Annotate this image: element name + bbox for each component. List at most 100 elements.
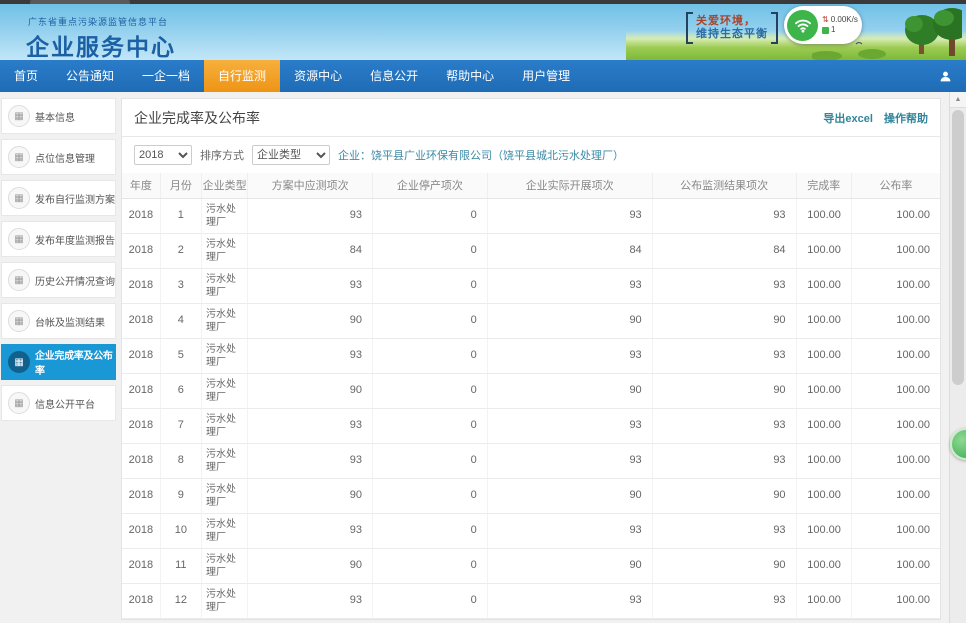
vertical-scrollbar[interactable]: ▲ <box>949 92 966 623</box>
sidebar-item-label: 信息公开平台 <box>35 396 95 411</box>
cell-publication-rate: 100.00 <box>851 303 940 338</box>
table-row: 20186污水处理厂9009090100.00100.00 <box>122 373 940 408</box>
cell-completion-rate: 100.00 <box>796 408 851 443</box>
cell-published-items: 93 <box>652 513 796 548</box>
nav-item-user-management[interactable]: 用户管理 <box>508 60 584 92</box>
table-row: 20188污水处理厂9309393100.00100.00 <box>122 443 940 478</box>
cell-enterprise-type: 污水处理厂 <box>201 303 247 338</box>
slogan-right-bracket <box>771 12 778 44</box>
cell-planned-items: 90 <box>248 373 373 408</box>
cell-month: 6 <box>160 373 201 408</box>
cell-actual-items: 90 <box>487 303 652 338</box>
sidebar-item-basic-info[interactable]: ▦ 基本信息 <box>1 98 116 134</box>
header-banner: 广东省重点污染源监管信息平台 企业服务中心 关爱环境， 维持生态平衡 <box>0 4 966 60</box>
cell-planned-items: 93 <box>248 338 373 373</box>
sidebar-item-label: 发布自行监测方案 <box>35 191 115 206</box>
panel-icon: ▦ <box>8 269 30 291</box>
year-select[interactable]: 2018 <box>134 145 192 165</box>
cell-publication-rate: 100.00 <box>851 513 940 548</box>
cell-completion-rate: 100.00 <box>796 268 851 303</box>
sidebar-item-label: 发布年度监测报告 <box>35 232 115 247</box>
cell-year: 2018 <box>122 198 160 233</box>
cell-shutdown-items: 0 <box>373 513 488 548</box>
cell-actual-items: 93 <box>487 583 652 618</box>
cell-published-items: 93 <box>652 443 796 478</box>
cell-actual-items: 93 <box>487 408 652 443</box>
cell-month: 12 <box>160 583 201 618</box>
cell-planned-items: 93 <box>248 513 373 548</box>
cell-year: 2018 <box>122 443 160 478</box>
sidebar-item-label: 点位信息管理 <box>35 150 95 165</box>
nav-item-self-monitoring[interactable]: 自行监测 <box>204 60 280 92</box>
sidebar-item-publish-monitor-plan[interactable]: ▦ 发布自行监测方案 <box>1 180 116 216</box>
help-link[interactable]: 操作帮助 <box>884 113 928 125</box>
cell-publication-rate: 100.00 <box>851 443 940 478</box>
panel-icon: ▦ <box>8 351 30 373</box>
cell-enterprise-type: 污水处理厂 <box>201 443 247 478</box>
cell-enterprise-type: 污水处理厂 <box>201 478 247 513</box>
network-speed-widget[interactable]: ⇅ 0.00K/s 1 <box>784 6 862 44</box>
sidebar-item-ledger-results[interactable]: ▦ 台帐及监测结果 <box>1 303 116 339</box>
cell-actual-items: 90 <box>487 548 652 583</box>
cell-shutdown-items: 0 <box>373 303 488 338</box>
slogan-line-1: 关爱环境， <box>696 15 768 28</box>
sort-label: 排序方式 <box>200 147 244 163</box>
cell-published-items: 93 <box>652 583 796 618</box>
panel-icon: ▦ <box>8 228 30 250</box>
cell-enterprise-type: 污水处理厂 <box>201 513 247 548</box>
page-title: 企业完成率及公布率 <box>134 108 260 128</box>
sidebar-item-annual-report[interactable]: ▦ 发布年度监测报告 <box>1 221 116 257</box>
nav-item-info-disclosure[interactable]: 信息公开 <box>356 60 432 92</box>
cell-published-items: 93 <box>652 268 796 303</box>
platform-name: 广东省重点污染源监管信息平台 <box>28 15 168 28</box>
scroll-up-arrow[interactable]: ▲ <box>950 92 966 108</box>
cell-shutdown-items: 0 <box>373 198 488 233</box>
network-speed-value: 0.00K/s <box>831 15 858 25</box>
sidebar-item-label: 台帐及监测结果 <box>35 314 105 329</box>
table-row: 201811污水处理厂9009090100.00100.00 <box>122 548 940 583</box>
cell-completion-rate: 100.00 <box>796 303 851 338</box>
wifi-icon <box>787 10 818 41</box>
cell-publication-rate: 100.00 <box>851 583 940 618</box>
panel-icon: ▦ <box>8 392 30 414</box>
cell-month: 8 <box>160 443 201 478</box>
cell-publication-rate: 100.00 <box>851 338 940 373</box>
sidebar-item-completion-rate[interactable]: ▦ 企业完成率及公布率 <box>1 344 116 380</box>
cell-month: 3 <box>160 268 201 303</box>
nav-item-home[interactable]: 首页 <box>0 60 52 92</box>
sidebar-item-history-query[interactable]: ▦ 历史公开情况查询 <box>1 262 116 298</box>
cell-enterprise-type: 污水处理厂 <box>201 338 247 373</box>
cell-planned-items: 93 <box>248 198 373 233</box>
cell-enterprise-type: 污水处理厂 <box>201 408 247 443</box>
nav-item-resource-center[interactable]: 资源中心 <box>280 60 356 92</box>
filter-bar: 2018 排序方式 企业类型 企业：饶平县广业环保有限公司（饶平县城北污水处理厂… <box>122 137 940 173</box>
nav-item-help-center[interactable]: 帮助中心 <box>432 60 508 92</box>
table-row: 20181污水处理厂9309393100.00100.00 <box>122 198 940 233</box>
environment-slogan: 关爱环境， 维持生态平衡 <box>686 12 778 44</box>
cell-enterprise-type: 污水处理厂 <box>201 198 247 233</box>
slogan-line-2: 维持生态平衡 <box>696 28 768 41</box>
user-icon[interactable] <box>939 60 952 92</box>
cell-completion-rate: 100.00 <box>796 233 851 268</box>
cell-month: 1 <box>160 198 201 233</box>
cell-month: 7 <box>160 408 201 443</box>
scrollbar-thumb[interactable] <box>952 110 964 385</box>
cell-planned-items: 93 <box>248 443 373 478</box>
nav-item-announcements[interactable]: 公告通知 <box>52 60 128 92</box>
sidebar-item-disclosure-platform[interactable]: ▦ 信息公开平台 <box>1 385 116 421</box>
cell-actual-items: 93 <box>487 338 652 373</box>
sidebar-item-point-info[interactable]: ▦ 点位信息管理 <box>1 139 116 175</box>
sidebar: ▦ 基本信息 ▦ 点位信息管理 ▦ 发布自行监测方案 ▦ 发布年度监测报告 ▦ … <box>0 98 116 426</box>
nav-item-enterprise-file[interactable]: 一企一档 <box>128 60 204 92</box>
panel-icon: ▦ <box>8 187 30 209</box>
export-excel-link[interactable]: 导出excel <box>823 113 873 125</box>
cell-published-items: 90 <box>652 373 796 408</box>
cell-month: 2 <box>160 233 201 268</box>
col-year: 年度 <box>122 173 160 198</box>
cell-enterprise-type: 污水处理厂 <box>201 373 247 408</box>
cell-year: 2018 <box>122 338 160 373</box>
table-header-row: 年度 月份 企业类型 方案中应测项次 企业停产项次 企业实际开展项次 公布监测结… <box>122 173 940 198</box>
cell-publication-rate: 100.00 <box>851 268 940 303</box>
enterprise-type-select[interactable]: 企业类型 <box>252 145 330 165</box>
table-body: 20181污水处理厂9309393100.00100.0020182污水处理厂8… <box>122 198 940 618</box>
